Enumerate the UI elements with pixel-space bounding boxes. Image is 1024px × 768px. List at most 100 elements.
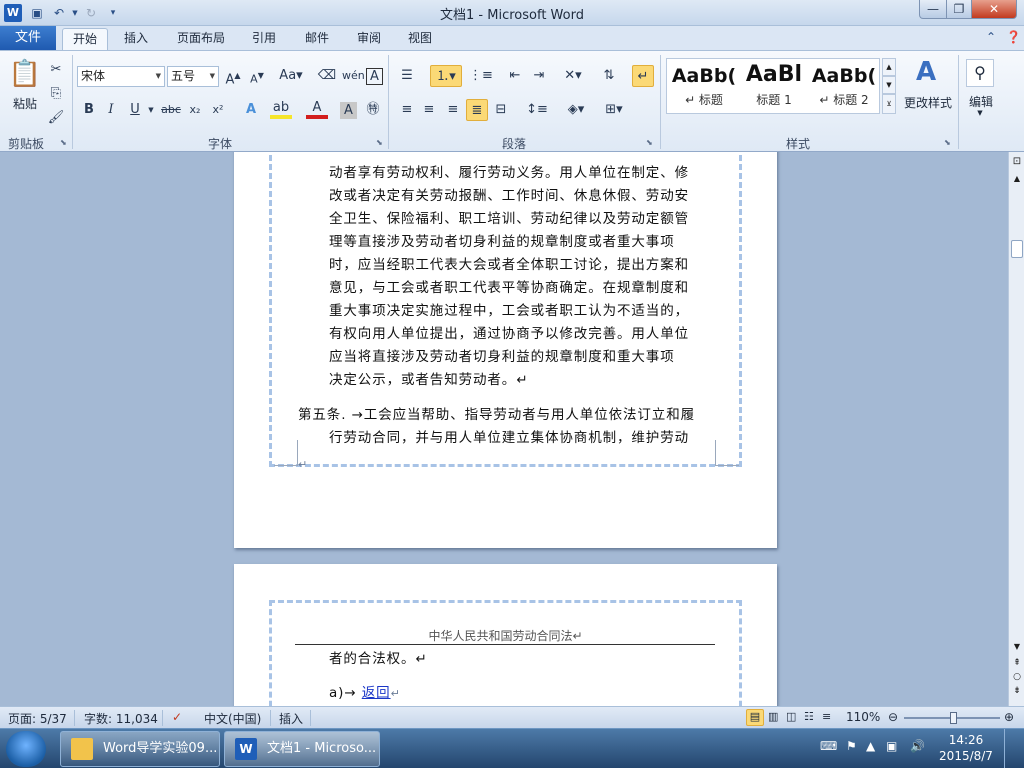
chinese-layout-icon[interactable]: ✕▾ (560, 65, 586, 87)
highlight-color-icon[interactable]: ab (270, 99, 292, 119)
style-item-heading[interactable]: AaBb( ↵ 标题 (669, 59, 739, 115)
ruler-toggle-icon[interactable]: ⊡ (1011, 156, 1023, 170)
tab-insert[interactable]: 插入 (114, 28, 158, 50)
styles-scroll-up-icon[interactable]: ▲ (882, 58, 896, 76)
next-page-icon[interactable]: ⇟ (1011, 686, 1023, 696)
paste-icon[interactable]: 📋 (8, 57, 42, 91)
show-formatting-marks-icon[interactable]: ↵ (632, 65, 654, 87)
tab-home[interactable]: 开始 (62, 28, 108, 50)
proofing-icon[interactable]: ✓ (172, 710, 182, 724)
phonetic-guide-icon[interactable]: wén (342, 65, 365, 87)
shading-icon[interactable]: ◈▾ (562, 99, 590, 121)
numbering-icon[interactable]: ⒈▾ (430, 65, 462, 87)
volume-icon[interactable]: 🔊 (910, 739, 925, 753)
vertical-scrollbar[interactable]: ⊡ ▲ ▼ ⇞ ○ ⇟ (1008, 152, 1024, 706)
system-clock[interactable]: 14:26 2015/8/7 (936, 732, 996, 764)
zoom-out-icon[interactable]: ⊖ (888, 710, 898, 724)
style-item-heading-1[interactable]: AaBl 标题 1 (739, 59, 809, 115)
clipboard-launcher-icon[interactable]: ⬊ (60, 138, 67, 147)
tab-mailings[interactable]: 邮件 (295, 28, 339, 50)
styles-more-icon[interactable]: ⊻ (882, 94, 896, 114)
article-5-paragraph[interactable]: 第五条. →工会应当帮助、指导劳动者与用人单位依法订立和履 (298, 404, 695, 427)
underline-icon[interactable]: U (124, 99, 146, 121)
word-count[interactable]: 字数: 11,034 (84, 710, 158, 727)
page-indicator[interactable]: 页面: 5/37 (8, 710, 67, 727)
strikethrough-icon[interactable]: abc (160, 99, 182, 121)
copy-icon[interactable]: ⎘ (45, 83, 67, 105)
enclose-characters-icon[interactable]: ㊕ (362, 99, 384, 121)
tab-references[interactable]: 引用 (242, 28, 286, 50)
start-button[interactable] (6, 731, 46, 767)
keyboard-icon[interactable]: ⌨ (820, 739, 837, 753)
web-layout-icon[interactable]: ◫ (786, 710, 796, 723)
taskbar-item-explorer[interactable]: Word导学实验09... (60, 731, 220, 767)
line-spacing-icon[interactable]: ↕≡ (524, 99, 550, 121)
borders-icon[interactable]: ⊞▾ (600, 99, 628, 121)
outline-view-icon[interactable]: ☷ (804, 710, 814, 723)
article-5-line-2[interactable]: 行劳动合同，并与用人单位建立集体协商机制，维护劳动 (329, 427, 689, 450)
font-name-dropdown[interactable]: 宋体 ▼ (77, 66, 165, 87)
page-header[interactable]: 中华人民共和国劳动合同法↵ (234, 627, 777, 644)
align-left-icon[interactable]: ≡ (396, 99, 418, 121)
character-border-icon[interactable]: A (366, 68, 383, 85)
body-paragraph[interactable]: 者的合法权。↵ (329, 648, 428, 671)
close-button[interactable]: ✕ (971, 0, 1017, 19)
previous-page-icon[interactable]: ⇞ (1011, 658, 1023, 668)
tab-file[interactable]: 文件 (0, 26, 56, 50)
bold-icon[interactable]: B (78, 99, 100, 121)
clear-formatting-icon[interactable]: ⌫ (316, 65, 338, 87)
change-styles-label[interactable]: 更改样式 (900, 94, 956, 111)
justify-icon[interactable]: ≣ (466, 99, 488, 121)
font-launcher-icon[interactable]: ⬊ (376, 138, 383, 147)
cut-icon[interactable]: ✂ (45, 59, 67, 81)
change-styles-icon[interactable]: A (906, 57, 946, 87)
zoom-slider-thumb[interactable] (950, 712, 958, 724)
styles-scroll-down-icon[interactable]: ▼ (882, 76, 896, 94)
document-page[interactable]: 中华人民共和国劳动合同法↵ 者的合法权。↵ a)→ 返回↵ (234, 564, 777, 706)
scroll-thumb[interactable] (1011, 240, 1023, 258)
font-size-dropdown[interactable]: 五号 ▼ (167, 66, 219, 87)
taskbar-item-word[interactable]: W 文档1 - Microso... (224, 731, 380, 767)
network-icon[interactable]: ▣ (886, 739, 897, 753)
paragraph-launcher-icon[interactable]: ⬊ (646, 138, 653, 147)
document-page[interactable]: 动者享有劳动权利、履行劳动义务。用人单位在制定、修 改或者决定有关劳动报酬、工作时… (234, 152, 777, 548)
style-item-heading-2[interactable]: AaBb( ↵ 标题 2 (809, 59, 879, 115)
align-right-icon[interactable]: ≡ (442, 99, 464, 121)
scroll-down-icon[interactable]: ▼ (1011, 642, 1023, 654)
print-layout-view-icon[interactable]: ▤ (746, 709, 764, 726)
sort-icon[interactable]: ⇅ (598, 65, 620, 87)
tab-view[interactable]: 视图 (398, 28, 442, 50)
show-hidden-icons-icon[interactable]: ▲ (866, 739, 875, 753)
help-icon[interactable]: ❓ (1006, 30, 1021, 44)
align-center-icon[interactable]: ≡ (418, 99, 440, 121)
maximize-button[interactable]: ❐ (946, 0, 972, 19)
font-color-icon[interactable]: A (306, 99, 328, 119)
document-area[interactable]: 动者享有劳动权利、履行劳动义务。用人单位在制定、修 改或者决定有关劳动报酬、工作时… (0, 152, 1008, 706)
multilevel-list-icon[interactable]: ⋮≡ (468, 65, 494, 87)
styles-launcher-icon[interactable]: ⬊ (944, 138, 951, 147)
italic-icon[interactable]: I (100, 99, 122, 121)
ime-icon[interactable]: ⚑ (846, 739, 857, 753)
bullets-icon[interactable]: ☰ (396, 65, 418, 87)
paste-button-label[interactable]: 粘贴 (8, 95, 42, 112)
zoom-level[interactable]: 110% (846, 710, 880, 724)
character-shading-icon[interactable]: A (340, 102, 357, 119)
body-paragraph[interactable]: 动者享有劳动权利、履行劳动义务。用人单位在制定、修 改或者决定有关劳动报酬、工作时… (329, 162, 729, 392)
distributed-icon[interactable]: ⊟ (490, 99, 512, 121)
scroll-up-icon[interactable]: ▲ (1011, 174, 1023, 186)
tab-review[interactable]: 审阅 (347, 28, 391, 50)
subscript-icon[interactable]: x₂ (184, 99, 206, 121)
select-browse-object-icon[interactable]: ○ (1011, 672, 1023, 682)
return-link[interactable]: 返回 (362, 685, 391, 701)
draft-view-icon[interactable]: ≡ (822, 710, 831, 723)
tab-page-layout[interactable]: 页面布局 (168, 28, 234, 50)
grow-font-icon[interactable]: A▲ (222, 65, 244, 87)
text-effects-icon[interactable]: A (240, 99, 262, 121)
increase-indent-icon[interactable]: ⇥ (528, 65, 550, 87)
full-screen-reading-icon[interactable]: ▥ (768, 710, 778, 723)
change-case-icon[interactable]: Aa▾ (276, 65, 306, 87)
superscript-icon[interactable]: x² (207, 99, 229, 121)
collapse-ribbon-icon[interactable]: ⌃ (986, 30, 996, 44)
format-painter-icon[interactable]: 🖌 (45, 107, 67, 129)
underline-dropdown-icon[interactable]: ▼ (146, 99, 156, 121)
